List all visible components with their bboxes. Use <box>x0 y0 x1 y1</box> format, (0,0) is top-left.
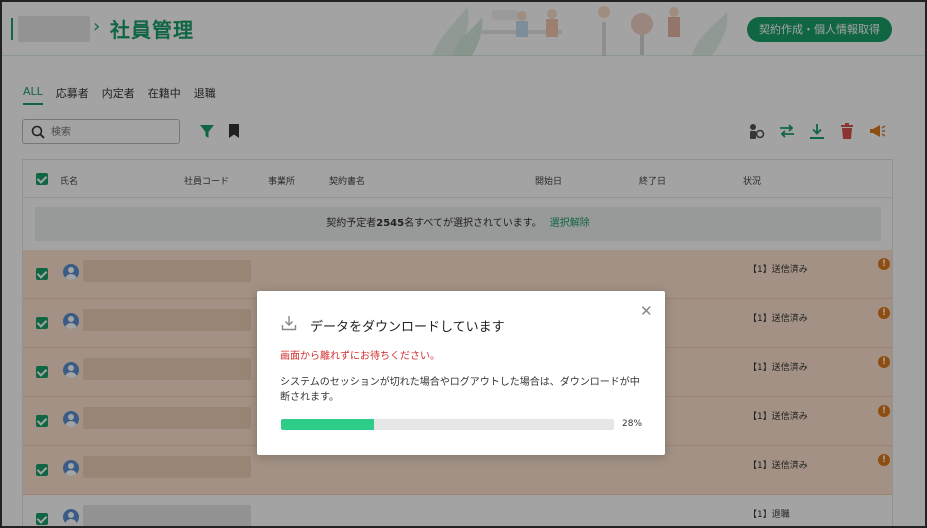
progress-percent: 28% <box>622 419 643 429</box>
modal-warning-text: 画面から離れずにお待ちください。 <box>280 351 440 362</box>
download-progress-modal: データをダウンロードしています ✕ 画面から離れずにお待ちください。 システムの… <box>257 291 665 455</box>
download-icon <box>281 316 297 331</box>
close-icon[interactable]: ✕ <box>640 302 653 320</box>
progress-bar <box>281 419 614 430</box>
modal-title: データをダウンロードしています <box>310 320 505 335</box>
progress-bar-fill <box>281 419 375 430</box>
app-window: › 社員管理 契約作成・個人情報取得 ALL 応募者 内定者 在籍中 退職 検索… <box>0 0 927 528</box>
modal-description: システムのセッションが切れた場合やログアウトした場合は、ダウンロードが中断されま… <box>280 377 640 403</box>
